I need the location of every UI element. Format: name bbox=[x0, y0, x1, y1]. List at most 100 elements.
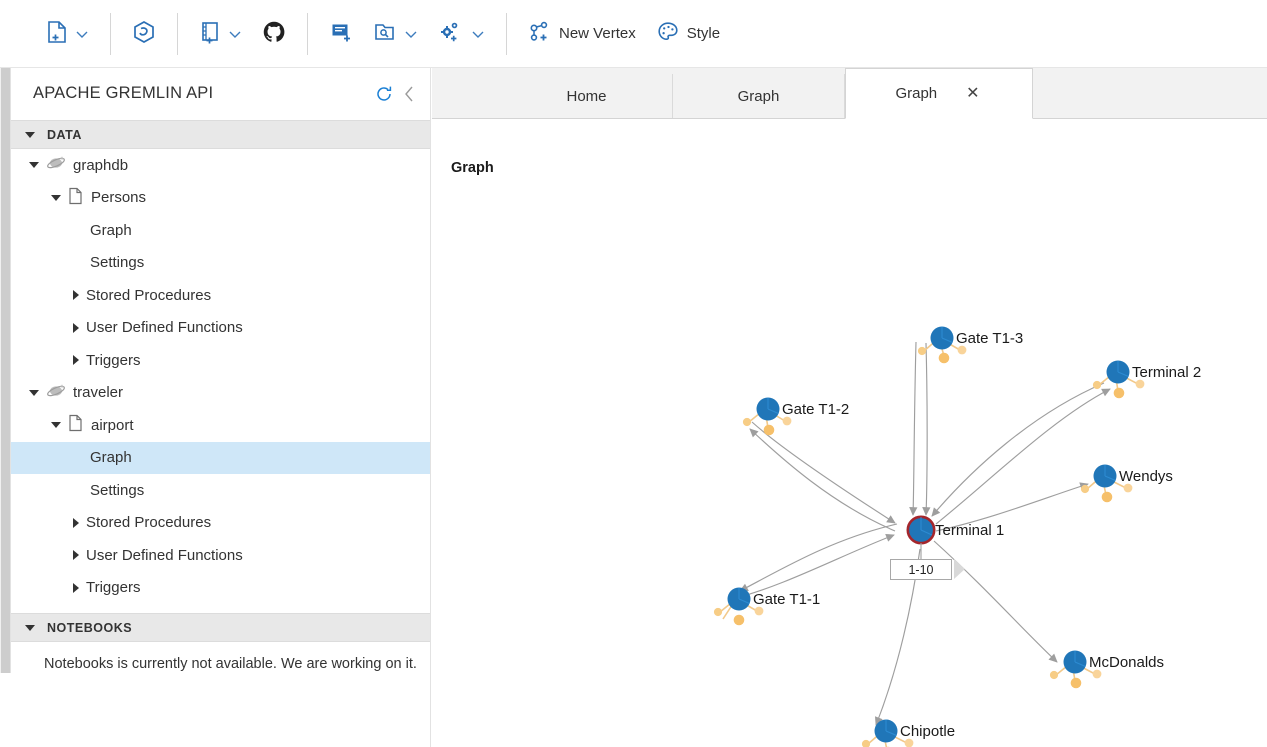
style-label: Style bbox=[687, 25, 720, 42]
tree-node-database-graphdb[interactable]: graphdb bbox=[11, 149, 430, 182]
tree-item-persons-settings[interactable]: Settings bbox=[11, 247, 430, 280]
tree-item-persons-graph[interactable]: Graph bbox=[11, 214, 430, 247]
caret-right-icon bbox=[73, 518, 79, 528]
tree-label: Persons bbox=[91, 189, 146, 206]
graph-visualization[interactable]: Gate T1-3 Gate T1-2 Terminal 2 Wendys Mc… bbox=[432, 119, 1267, 747]
graph-node-mcdonalds[interactable] bbox=[1064, 651, 1087, 674]
main-content: Home Graph Graph ✕ Graph bbox=[432, 68, 1267, 747]
toolbar-left-gutter bbox=[0, 0, 36, 67]
toolbar-group-cosmos bbox=[122, 0, 166, 67]
graph-nodes bbox=[728, 327, 1130, 743]
open-folder-search-icon bbox=[373, 20, 397, 48]
caret-down-icon bbox=[25, 132, 35, 138]
section-header-data[interactable]: DATA bbox=[11, 120, 430, 149]
open-file-button[interactable] bbox=[363, 11, 428, 57]
tree-label: Graph bbox=[90, 222, 132, 239]
new-notebook-button[interactable] bbox=[189, 11, 252, 57]
toolbar-group-graph: New Vertex Style bbox=[518, 0, 730, 67]
new-sql-query-button[interactable] bbox=[319, 11, 363, 57]
chevron-left-icon[interactable] bbox=[402, 85, 416, 103]
tab-label: Home bbox=[566, 88, 606, 105]
tree-label: traveler bbox=[73, 384, 123, 401]
tree-item-airport-stored-procedures[interactable]: Stored Procedures bbox=[11, 507, 430, 540]
tree-label: airport bbox=[91, 417, 134, 434]
edge-gateT11-to-terminal1 bbox=[732, 535, 894, 599]
tree-item-airport-triggers[interactable]: Triggers bbox=[11, 572, 430, 605]
caret-down-icon bbox=[51, 195, 61, 201]
tree-item-persons-user-defined-functions[interactable]: User Defined Functions bbox=[11, 312, 430, 345]
edge-gateT12-to-terminal1 bbox=[752, 422, 895, 523]
chevron-down-icon bbox=[75, 27, 89, 41]
caret-down-icon bbox=[29, 390, 39, 396]
new-vertex-button[interactable]: New Vertex bbox=[518, 11, 646, 57]
graph-node-terminal2[interactable] bbox=[1107, 361, 1130, 384]
section-header-notebooks[interactable]: NOTEBOOKS bbox=[11, 613, 430, 642]
toolbar-group-notebooks bbox=[189, 0, 296, 67]
tree-node-database-traveler[interactable]: traveler bbox=[11, 377, 430, 410]
tree-label: Triggers bbox=[86, 579, 140, 596]
toolbar-divider bbox=[110, 13, 111, 55]
edge-terminal2-to-terminal1 bbox=[932, 383, 1104, 516]
graph-pager-range[interactable]: 1-10 bbox=[890, 559, 952, 580]
section-label-notebooks: NOTEBOOKS bbox=[47, 621, 132, 635]
graph-node-wendys[interactable] bbox=[1094, 465, 1117, 488]
new-vertex-label: New Vertex bbox=[559, 25, 636, 42]
new-notebook-icon bbox=[199, 20, 221, 48]
toolbar-divider bbox=[506, 13, 507, 55]
tree-node-container-persons[interactable]: Persons bbox=[11, 182, 430, 215]
tree-label: Triggers bbox=[86, 352, 140, 369]
left-scrollbar-thumb[interactable] bbox=[1, 68, 10, 673]
caret-right-icon bbox=[73, 583, 79, 593]
close-icon[interactable]: ✕ bbox=[963, 84, 982, 104]
github-button[interactable] bbox=[252, 11, 296, 57]
toolbar-divider bbox=[177, 13, 178, 55]
tab-home[interactable]: Home bbox=[501, 74, 673, 118]
edge-terminal1-to-mcdonalds bbox=[934, 541, 1057, 662]
graph-node-gateT13[interactable] bbox=[931, 327, 954, 350]
style-button[interactable]: Style bbox=[646, 11, 730, 57]
new-container-button[interactable] bbox=[36, 11, 99, 57]
tree-label: Graph bbox=[90, 449, 132, 466]
new-document-icon bbox=[46, 20, 68, 48]
refresh-icon[interactable] bbox=[374, 84, 394, 104]
chevron-down-icon bbox=[228, 27, 242, 41]
edge-terminal1-to-gateT11 bbox=[740, 524, 897, 591]
graph-node-gateT11[interactable] bbox=[728, 588, 751, 611]
graph-svg bbox=[432, 119, 1267, 747]
tree-label: graphdb bbox=[73, 157, 128, 174]
next-page-arrow-icon[interactable] bbox=[954, 559, 965, 579]
resource-tree-pane: APACHE GREMLIN API DATA bbox=[11, 68, 431, 747]
toolbar-group-new-container bbox=[36, 0, 99, 67]
tree-label: Settings bbox=[90, 254, 144, 271]
tree-node-container-airport[interactable]: airport bbox=[11, 409, 430, 442]
caret-down-icon bbox=[29, 162, 39, 168]
chevron-down-icon bbox=[471, 27, 485, 41]
tree-item-persons-stored-procedures[interactable]: Stored Procedures bbox=[11, 279, 430, 312]
graph-node-chipotle[interactable] bbox=[875, 720, 898, 743]
tree-item-airport-user-defined-functions[interactable]: User Defined Functions bbox=[11, 539, 430, 572]
tree-label: Stored Procedures bbox=[86, 514, 211, 531]
tree-label: User Defined Functions bbox=[86, 547, 243, 564]
container-icon bbox=[68, 187, 84, 209]
tab-graph-1[interactable]: Graph bbox=[673, 74, 845, 118]
tree-item-airport-graph[interactable]: Graph bbox=[11, 442, 430, 475]
container-icon bbox=[68, 414, 84, 436]
tree-item-persons-triggers[interactable]: Triggers bbox=[11, 344, 430, 377]
open-query-button[interactable] bbox=[122, 11, 166, 57]
tree-item-airport-settings[interactable]: Settings bbox=[11, 474, 430, 507]
section-label-data: DATA bbox=[47, 128, 82, 142]
cosmos-hexagon-icon bbox=[132, 20, 156, 48]
gears-plus-icon bbox=[438, 20, 464, 48]
graph-satellites bbox=[714, 338, 1144, 747]
left-scrollbar[interactable]: ▲ bbox=[0, 68, 11, 673]
graph-node-gateT12[interactable] bbox=[757, 398, 780, 421]
caret-down-icon bbox=[25, 625, 35, 631]
data-explorer-app: New Vertex Style ▲ A bbox=[0, 0, 1267, 747]
caret-right-icon bbox=[73, 355, 79, 365]
edge-terminal1-to-gateT12 bbox=[750, 429, 895, 531]
settings-gears-button[interactable] bbox=[428, 11, 495, 57]
graph-node-terminal1-root[interactable] bbox=[908, 517, 934, 543]
tab-graph-2[interactable]: Graph ✕ bbox=[845, 68, 1033, 119]
toolbar-divider bbox=[307, 13, 308, 55]
tree-label: User Defined Functions bbox=[86, 319, 243, 336]
